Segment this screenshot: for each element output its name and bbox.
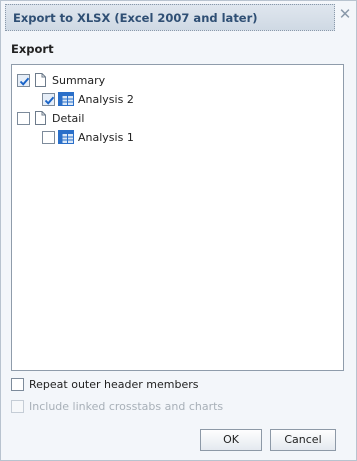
- detail-checkbox[interactable]: [17, 111, 30, 125]
- tree-item-label: Summary: [52, 73, 106, 87]
- close-icon[interactable]: ✕: [336, 4, 354, 26]
- ok-button[interactable]: OK: [200, 429, 262, 451]
- tree-item-analysis-1: Analysis 1: [42, 128, 134, 146]
- dialog-titlebar[interactable]: Export to XLSX (Excel 2007 and later): [5, 4, 335, 31]
- tree-item-summary: Summary: [17, 71, 105, 89]
- tree-item-label: Analysis 1: [78, 130, 134, 144]
- export-tree[interactable]: Summary Analysis 2 Detail Analysis 1: [11, 64, 344, 371]
- cancel-button[interactable]: Cancel: [270, 429, 336, 451]
- repeat-outer-header-option[interactable]: Repeat outer header members: [11, 378, 198, 391]
- repeat-outer-header-label: Repeat outer header members: [29, 378, 199, 391]
- include-linked-checkbox: [11, 400, 24, 413]
- crosstab-icon: [58, 92, 74, 106]
- tree-item-label: Detail: [52, 111, 85, 125]
- crosstab-icon: [58, 130, 74, 144]
- include-linked-label: Include linked crosstabs and charts: [29, 400, 224, 413]
- export-dialog: Export to XLSX (Excel 2007 and later) ✕ …: [0, 0, 357, 461]
- analysis-1-checkbox[interactable]: [42, 130, 55, 144]
- tree-item-analysis-2: Analysis 2: [42, 90, 134, 108]
- analysis-2-checkbox[interactable]: [42, 92, 55, 106]
- tree-item-label: Analysis 2: [78, 92, 134, 106]
- include-linked-option: Include linked crosstabs and charts: [11, 400, 223, 413]
- tree-item-detail: Detail: [17, 109, 84, 127]
- export-section-label: Export: [11, 42, 54, 56]
- repeat-outer-header-checkbox[interactable]: [11, 378, 24, 391]
- document-icon: [35, 111, 46, 125]
- document-icon: [35, 73, 46, 87]
- dialog-title: Export to XLSX (Excel 2007 and later): [13, 11, 258, 25]
- summary-checkbox[interactable]: [17, 73, 30, 87]
